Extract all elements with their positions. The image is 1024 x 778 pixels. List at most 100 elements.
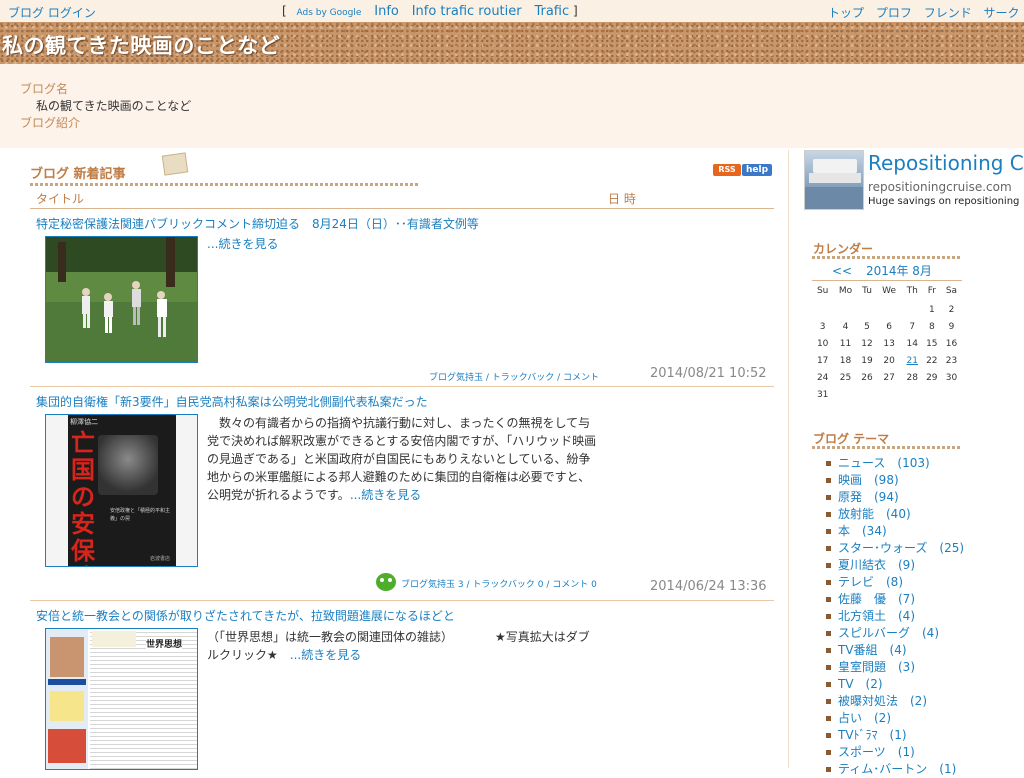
entry-thumbnail-golf[interactable]: [45, 236, 198, 363]
theme-item[interactable]: 佐藤 優 (7): [826, 591, 964, 608]
calendar-day: 25: [839, 372, 852, 383]
calendar-day: [833, 386, 857, 403]
ads-by-google-link[interactable]: Ads by Google: [297, 8, 362, 18]
theme-list: ニュース (103) 映画 (98) 原発 (94) 放射能 (40) 本 (3…: [826, 455, 964, 778]
calendar-prev-link[interactable]: <<: [832, 264, 852, 278]
magazine-title: 世界思想: [146, 637, 183, 650]
theme-item[interactable]: TV番組 (4): [826, 642, 964, 659]
entry-summary: （「世界思想」は統一教会の関連団体の雑誌） ★写真拡大はダブルクリック★ ...…: [207, 630, 590, 662]
book-author: 柳澤協二: [70, 418, 98, 426]
weekday-label: Tu: [862, 286, 872, 296]
theme-item[interactable]: 北方領土 (4): [826, 608, 964, 625]
calendar-week: 24 25 26 27 28 29 30: [812, 369, 962, 386]
entry-divider: [30, 386, 774, 387]
magazine-cover-image: [46, 629, 88, 769]
calendar-week: 31: [812, 386, 962, 403]
entry-summary: 数々の有識者からの指摘や抗議行動に対し、まったくの無視をして与党で決めれば解釈改…: [207, 416, 597, 502]
theme-item[interactable]: 映画 (98): [826, 472, 964, 489]
theme-item[interactable]: 原発 (94): [826, 489, 964, 506]
calendar-heading: カレンダー: [813, 242, 874, 256]
calendar-day: [902, 301, 923, 318]
book-subtitle: 安倍政権と「積極的平和主義」の罠: [110, 508, 171, 522]
calendar-day: 29: [926, 372, 938, 383]
weekday-row: Su Mo Tu We Th Fr Sa: [812, 281, 962, 301]
ad-link-info-trafic-routier[interactable]: Info trafic routier: [412, 4, 522, 19]
entry-divider: [30, 600, 774, 601]
calendar-day: 10: [816, 338, 829, 349]
theme-item[interactable]: 夏川結衣 (9): [826, 557, 964, 574]
calendar-day: 22: [926, 355, 938, 366]
calendar-day: [876, 386, 901, 403]
calendar-day: [833, 301, 857, 318]
weekday-label: Sa: [945, 286, 958, 296]
rss-button[interactable]: RSS: [713, 164, 741, 176]
ad-link-trafic[interactable]: Trafic: [534, 4, 569, 19]
theme-item[interactable]: ニュース (103): [826, 455, 964, 472]
header-divider: [30, 208, 774, 209]
bracket-open: [: [282, 4, 287, 18]
calendar-day: 24: [816, 372, 829, 383]
entry-thumbnail-book[interactable]: 柳澤協二 亡国の安保政策 安倍政権と「積極的平和主義」の罠 岩波書店: [45, 414, 198, 567]
theme-item[interactable]: スピルバーグ (4): [826, 625, 964, 642]
calendar-day: 28: [906, 372, 918, 383]
entry-title-link[interactable]: 安倍と統一教会との関係が取りざたされてきたが、拉致問題進展になるほどと: [36, 607, 455, 624]
theme-item[interactable]: 本 (34): [826, 523, 964, 540]
blog-login-link[interactable]: ブログ ログイン: [8, 4, 96, 21]
ad-title-link[interactable]: Repositioning C: [868, 151, 1024, 175]
entry-meta-links[interactable]: ブログ気持玉 3 / トラックバック 0 / コメント 0: [401, 577, 597, 590]
calendar-day: 26: [861, 372, 873, 383]
blog-banner: 私の観てきた映画のことなど: [0, 22, 1024, 64]
theme-item[interactable]: テレビ (8): [826, 574, 964, 591]
ad-link-info[interactable]: Info: [374, 4, 399, 19]
blog-intro-label: ブログ紹介: [20, 116, 81, 130]
entry-meta-links[interactable]: ブログ気持玉 / トラックバック / コメント: [429, 370, 599, 383]
column-header-title: タイトル: [36, 192, 85, 206]
theme-item[interactable]: スター･ウォーズ (25): [826, 540, 964, 557]
calendar-day: 9: [948, 321, 955, 332]
blog-info-box: ブログ名 私の観てきた映画のことなど ブログ紹介: [0, 64, 1024, 148]
golf-photo-image: [46, 237, 197, 362]
ad-links-bar: [ Ads by Google Info Info trafic routier…: [282, 4, 578, 19]
theme-item[interactable]: 皇室問題 (3): [826, 659, 964, 676]
top-navbar: ブログ ログイン [ Ads by Google Info Info trafi…: [0, 0, 1024, 37]
calendar-day-link-21[interactable]: 21: [902, 352, 923, 369]
help-button[interactable]: help: [742, 164, 772, 176]
entry-thumbnail-magazine[interactable]: 世界思想: [45, 628, 198, 770]
nav-top-link[interactable]: トップ: [828, 6, 864, 20]
calendar-day: [858, 301, 877, 318]
calendar-day: 20: [883, 355, 895, 366]
kimochidama-smile-icon[interactable]: [376, 573, 396, 591]
entry-title-link[interactable]: 特定秘密保護法関連パブリックコメント締切迫る 8月24日（日）･･有識者文例等: [36, 215, 479, 232]
entry-read-more-link[interactable]: ...続きを見る: [350, 488, 421, 502]
nav-friend-link[interactable]: フレンド: [924, 6, 972, 20]
entry-read-more-link[interactable]: ...続きを見る: [290, 648, 361, 662]
calendar-month-row: << 2014年 8月: [812, 262, 962, 280]
entry-title-link[interactable]: 集団的自衛権「新3要件」自民党高村私案は公明党北側副代表私案だった: [36, 393, 428, 410]
nav-profile-link[interactable]: プロフ: [876, 6, 912, 20]
column-separator: [788, 150, 789, 768]
magazine-article-image: 世界思想: [90, 629, 197, 769]
theme-item[interactable]: 放射能 (40): [826, 506, 964, 523]
theme-item[interactable]: 占い (2): [826, 710, 964, 727]
calendar-day: 5: [864, 321, 870, 332]
calendar-day: 31: [816, 389, 829, 400]
theme-item[interactable]: ティム･バートン (1): [826, 761, 964, 778]
cruise-ship-ad-image[interactable]: [804, 150, 864, 210]
theme-item[interactable]: TVﾄﾞﾗﾏ (1): [826, 727, 964, 744]
entry-read-more-link[interactable]: ...続きを見る: [207, 235, 278, 253]
theme-item[interactable]: 被曝対処法 (2): [826, 693, 964, 710]
weekday-label: We: [882, 286, 897, 296]
theme-item[interactable]: TV (2): [826, 676, 964, 693]
calendar-day: 7: [909, 321, 916, 332]
themes-heading: ブログ テーマ: [813, 432, 890, 446]
theme-item[interactable]: スポーツ (1): [826, 744, 964, 761]
weekday-label: Mo: [838, 286, 853, 296]
calendar-day: 17: [816, 355, 829, 366]
section-heading-new-articles: ブログ 新着記事: [30, 167, 126, 182]
calendar-day: 6: [886, 321, 892, 332]
calendar-day: 15: [926, 338, 938, 349]
ad-url[interactable]: repositioningcruise.com: [868, 180, 1012, 194]
memo-icon: [161, 152, 189, 176]
blog-title[interactable]: 私の観てきた映画のことなど: [2, 30, 280, 60]
calendar-day: 30: [945, 372, 958, 383]
